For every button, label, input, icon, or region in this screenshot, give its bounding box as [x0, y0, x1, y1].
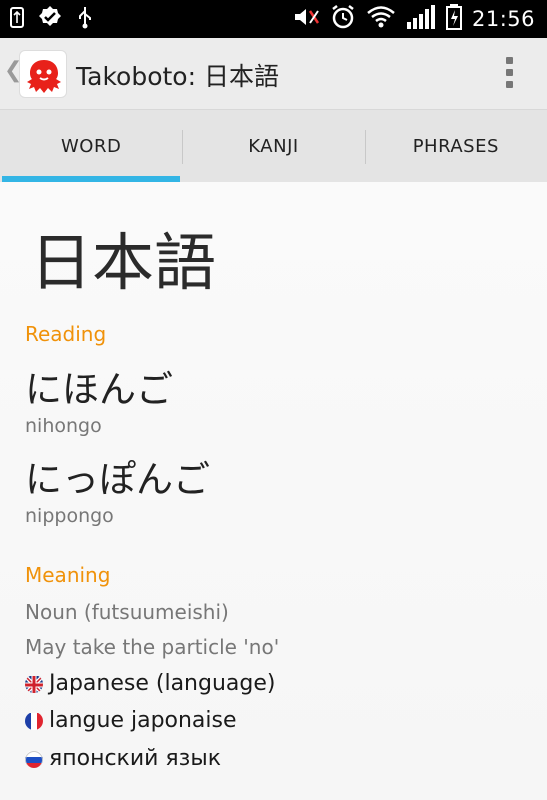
gloss-text: Japanese (language) [49, 671, 276, 696]
france-flag-icon [25, 712, 43, 730]
gloss-text: langue japonaise [49, 708, 237, 733]
gloss-english[interactable]: Japanese (language) [25, 671, 275, 696]
tab-word[interactable]: WORD [0, 110, 182, 182]
gloss-text: японский язык [49, 746, 222, 771]
clock: 21:56 [471, 7, 535, 31]
gloss-russian[interactable]: японский язык [25, 746, 221, 771]
app-title: Takoboto: 日本語 [76, 62, 279, 91]
status-bar: 21:56 [0, 0, 547, 38]
reading-kana: にっぽんご [25, 458, 210, 501]
part-of-speech: Noun (futsuumeishi) [25, 600, 229, 624]
word-title: 日本語 [30, 226, 217, 299]
russia-flag-icon [25, 750, 43, 768]
meaning-label: Meaning [25, 563, 111, 587]
reading-romaji: nippongo [25, 505, 114, 527]
reading-label: Reading [25, 322, 107, 346]
part-of-speech-note: May take the particle 'no' [25, 635, 280, 659]
reading-romaji: nihongo [25, 415, 102, 437]
wifi-icon [366, 5, 396, 33]
gloss-french[interactable]: langue japonaise [25, 708, 237, 733]
tab-phrases[interactable]: PHRASES [364, 110, 547, 182]
word-detail: 日本語 Reading にほんご nihongo にっぽんご nippongo … [0, 182, 547, 800]
signal-icon [406, 4, 436, 34]
uk-flag-icon [25, 674, 43, 693]
action-bar: ❮ Takoboto: 日本語 [0, 38, 547, 110]
overflow-menu-icon[interactable] [499, 57, 519, 91]
check-badge-icon [38, 5, 62, 33]
mute-icon [292, 5, 320, 33]
reading-kana: にほんご [25, 368, 173, 411]
alarm-icon [330, 4, 356, 34]
usb-debug-icon [76, 5, 94, 33]
tab-kanji[interactable]: KANJI [182, 110, 364, 182]
tab-phrases-label: PHRASES [412, 135, 499, 157]
tab-bar: WORD KANJI PHRASES [0, 110, 547, 182]
octopus-icon[interactable] [19, 50, 67, 98]
tab-word-label: WORD [60, 135, 122, 157]
battery-icon [445, 4, 462, 34]
tab-kanji-label: KANJI [248, 135, 299, 157]
usb-icon [10, 5, 24, 33]
